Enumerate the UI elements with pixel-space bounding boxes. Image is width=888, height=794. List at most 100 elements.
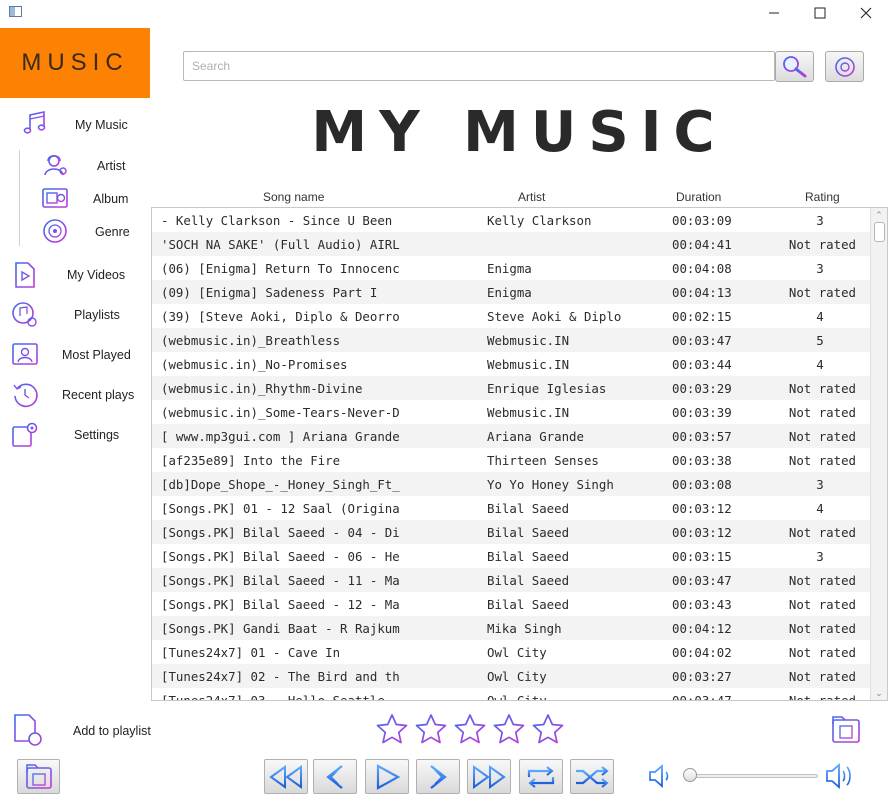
scroll-down-arrow-icon[interactable]: ⌄ (874, 688, 884, 698)
table-row[interactable]: [Songs.PK] Bilal Saeed - 12 - Ma Bilal Sa… (152, 592, 871, 616)
artist-cell: Ariana Grande (487, 429, 584, 444)
rate-star-2-button[interactable] (414, 713, 448, 747)
sidebar-item-settings[interactable]: Settings (0, 418, 150, 452)
genre-disc-icon (43, 219, 67, 243)
artist-cell: Bilal Saeed (487, 573, 570, 588)
sidebar-item-label: My Videos (67, 268, 126, 282)
duration-cell: 00:03:57 (672, 429, 732, 444)
duration-cell: 00:02:15 (672, 309, 732, 324)
star-plus-icon (493, 714, 525, 744)
duration-cell: 00:03:27 (672, 669, 732, 684)
first-track-button[interactable] (264, 759, 308, 794)
maximize-button[interactable] (797, 0, 843, 26)
table-row[interactable]: (webmusic.in)_No-Promises Webmusic.IN 00:0… (152, 352, 871, 376)
rating-cell: 4 (816, 309, 824, 324)
table-row[interactable]: [Songs.PK] 01 - 12 Saal (Origina Bilal Sa… (152, 496, 871, 520)
song-cell: (webmusic.in)_Some-Tears-Never-D (161, 405, 400, 420)
search-button[interactable] (775, 51, 814, 82)
table-row[interactable]: (09) [Enigma] Sadeness Part I Enigma 00:04… (152, 280, 871, 304)
table-row[interactable]: (webmusic.in)_Breathless Webmusic.IN 00:03… (152, 328, 871, 352)
song-cell: (09) [Enigma] Sadeness Part I (161, 285, 378, 300)
rating-cell: Not rated (788, 453, 856, 468)
table-row[interactable]: (webmusic.in)_Rhythm-Divine Enrique Igles… (152, 376, 871, 400)
double-forward-icon (473, 764, 506, 789)
sidebar-item-my-music[interactable]: My Music (0, 104, 150, 144)
previous-button[interactable] (313, 759, 357, 794)
open-folder-button[interactable] (830, 713, 862, 745)
close-button[interactable] (843, 0, 888, 26)
column-header-duration[interactable]: Duration (676, 190, 721, 204)
table-row[interactable]: [Tunes24x7] 01 - Cave In Owl City 00:04:02… (152, 640, 871, 664)
artist-cell: Thirteen Senses (487, 453, 599, 468)
table-row[interactable]: 'SOCH NA SAKE' (Full Audio) AIRL 00:04:41… (152, 232, 871, 256)
artist-cell: Bilal Saeed (487, 501, 570, 516)
sidebar-item-genre[interactable]: Genre (30, 216, 150, 248)
add-to-playlist-button[interactable] (12, 713, 44, 747)
rate-star-3-button[interactable] (453, 713, 487, 747)
duration-cell: 00:04:13 (672, 285, 732, 300)
star-plus-icon (376, 714, 408, 744)
rate-star-5-button[interactable] (531, 713, 565, 747)
table-row[interactable]: [Songs.PK] Bilal Saeed - 11 - Ma Bilal Sa… (152, 568, 871, 592)
table-row[interactable]: - Kelly Clarkson - Since U Been Kelly Cla… (152, 208, 871, 232)
visualizer-button[interactable] (825, 51, 864, 82)
shuffle-button[interactable] (570, 759, 614, 794)
repeat-icon (527, 765, 555, 788)
sidebar-item-my-videos[interactable]: My Videos (0, 258, 150, 292)
table-row[interactable]: [Tunes24x7] 02 - The Bird and th Owl City… (152, 664, 871, 688)
sidebar-item-playlists[interactable]: Playlists (0, 298, 150, 332)
music-app-window: MUSIC My Music Artist Album Genre My Vid… (0, 0, 888, 794)
volume-slider-track[interactable] (688, 774, 818, 778)
rate-star-4-button[interactable] (492, 713, 526, 747)
volume-max-button[interactable] (824, 760, 856, 792)
song-cell: [Tunes24x7] 03 - Hello Seattle (161, 693, 385, 701)
song-cell: [Tunes24x7] 01 - Cave In (161, 645, 341, 660)
vertical-scrollbar[interactable]: ⌃ ⌄ (870, 208, 887, 700)
magnifier-icon (782, 55, 806, 77)
song-cell: [ www.mp3gui.com ] Ariana Grande (161, 429, 400, 444)
artist-cell: Owl City (487, 669, 547, 684)
song-cell: (39) [Steve Aoki, Diplo & Deorro (161, 309, 400, 324)
rating-cell: Not rated (788, 669, 856, 684)
sidebar-item-album[interactable]: Album (30, 182, 150, 214)
library-folder-icon (25, 763, 52, 789)
table-row[interactable]: [Songs.PK] Bilal Saeed - 06 - He Bilal Sa… (152, 544, 871, 568)
song-cell: [af235e89] Into the Fire (161, 453, 341, 468)
table-row[interactable]: [Tunes24x7] 03 - Hello Seattle Owl City 00… (152, 688, 871, 701)
song-cell: [Songs.PK] 01 - 12 Saal (Origina (161, 501, 400, 516)
table-row[interactable]: [ www.mp3gui.com ] Ariana Grande Ariana G… (152, 424, 871, 448)
duration-cell: 00:03:43 (672, 597, 732, 612)
star-plus-icon (454, 714, 486, 744)
volume-slider-thumb[interactable] (683, 768, 697, 782)
artist-cell: Bilal Saeed (487, 549, 570, 564)
last-track-button[interactable] (467, 759, 511, 794)
sidebar-item-recent-plays[interactable]: Recent plays (0, 378, 150, 412)
play-button[interactable] (365, 759, 409, 794)
table-row[interactable]: [Songs.PK] Bilal Saeed - 04 - Di Bilal Sa… (152, 520, 871, 544)
folder-icon (832, 716, 860, 743)
repeat-button[interactable] (519, 759, 563, 794)
column-header-song[interactable]: Song name (263, 190, 324, 204)
table-row[interactable]: (webmusic.in)_Some-Tears-Never-D Webmusic… (152, 400, 871, 424)
search-field[interactable] (183, 51, 775, 81)
rate-star-1-button[interactable] (375, 713, 409, 747)
play-icon (376, 763, 401, 790)
song-cell: (webmusic.in)_Rhythm-Divine (161, 381, 363, 396)
table-row[interactable]: (06) [Enigma] Return To Innocenc Enigma 00… (152, 256, 871, 280)
table-row[interactable]: [af235e89] Into the Fire Thirteen Senses 0… (152, 448, 871, 472)
table-row[interactable]: [db]Dope_Shope_-_Honey_Singh_Ft_ Yo Yo Ho… (152, 472, 871, 496)
next-button[interactable] (416, 759, 460, 794)
minimize-button[interactable] (751, 0, 797, 26)
table-row[interactable]: (39) [Steve Aoki, Diplo & Deorro Steve Ao… (152, 304, 871, 328)
table-row[interactable]: [Songs.PK] Gandi Baat - R Rajkum Mika Sin… (152, 616, 871, 640)
sidebar-item-most-played[interactable]: Most Played (0, 338, 150, 372)
column-header-artist[interactable]: Artist (518, 190, 545, 204)
rating-cell: 5 (816, 333, 824, 348)
column-header-rating[interactable]: Rating (805, 190, 840, 204)
sidebar-item-artist[interactable]: Artist (30, 148, 150, 180)
scroll-thumb[interactable] (874, 222, 885, 242)
mute-button[interactable] (646, 762, 674, 790)
search-input[interactable] (184, 52, 774, 80)
library-button[interactable] (17, 759, 60, 794)
scroll-up-arrow-icon[interactable]: ⌃ (874, 210, 884, 220)
